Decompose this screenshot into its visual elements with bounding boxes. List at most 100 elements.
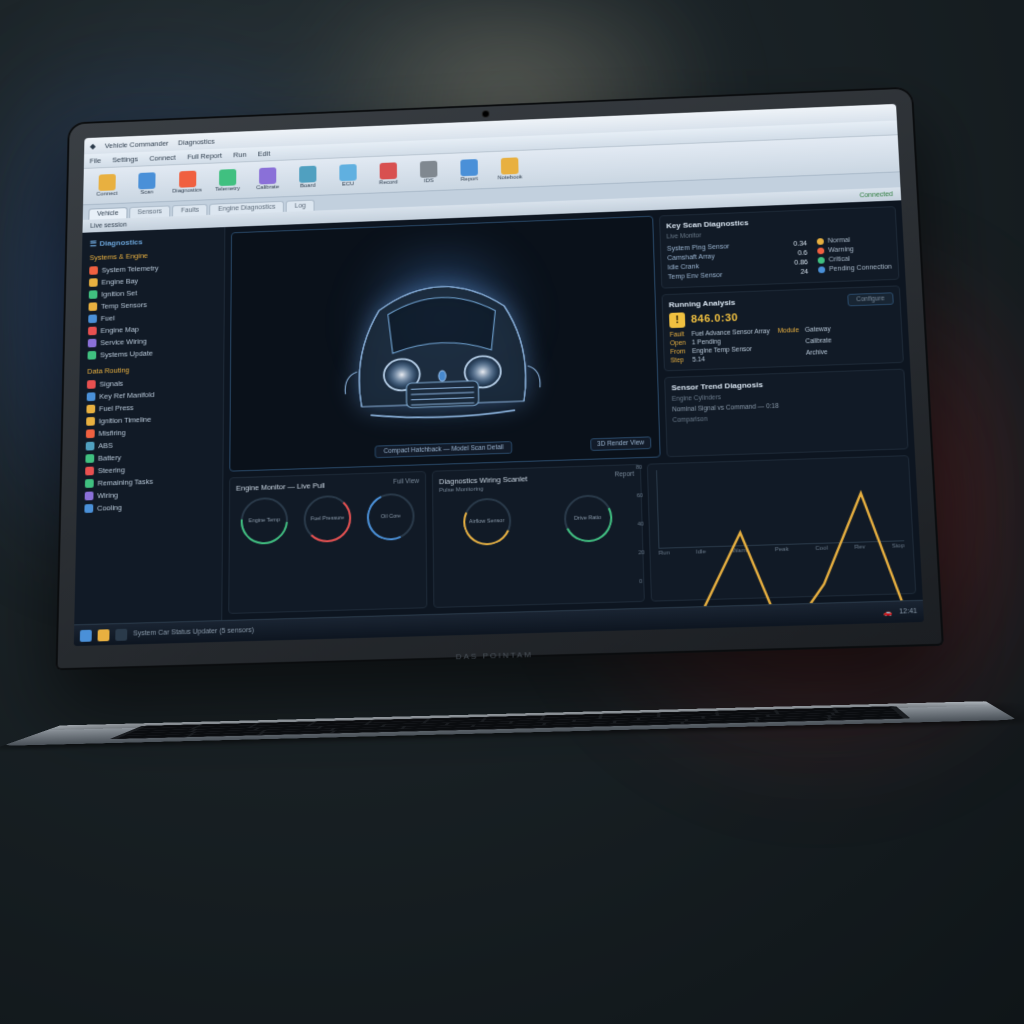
tool-ids[interactable]: IDS: [410, 158, 447, 186]
gauge-panel-2: Diagnostics Wiring Scanlet Pulse Monitor…: [432, 464, 645, 608]
tab-sensors[interactable]: Sensors: [129, 205, 171, 218]
menu-file[interactable]: File: [90, 156, 102, 165]
sidebar-item-label: Key Ref Manifold: [99, 390, 154, 400]
tool-scan[interactable]: Scan: [129, 170, 165, 198]
app-title: Vehicle Commander: [105, 139, 169, 150]
explorer-icon[interactable]: [98, 629, 110, 641]
kv-key: From: [670, 349, 686, 356]
bullet-icon: [84, 504, 93, 513]
tool-board[interactable]: Board: [290, 163, 326, 191]
start-icon[interactable]: [80, 629, 92, 641]
gauge-oil[interactable]: Oil Core: [367, 493, 415, 541]
tool-report[interactable]: Report: [451, 157, 488, 185]
bullet-icon: [88, 302, 97, 311]
gauge-label: Drive Ratio: [574, 515, 601, 522]
kv-value: Calibrate: [805, 338, 831, 349]
bullet-icon: [85, 491, 94, 500]
menu-full-report[interactable]: Full Report: [187, 151, 222, 161]
sidebar-item-label: Fuel: [101, 314, 115, 323]
bullet-icon: [88, 327, 97, 336]
gauge2-title: Diagnostics Wiring Scanlet: [439, 471, 634, 486]
gauge-airflow[interactable]: Airflow Sensor: [462, 497, 511, 545]
sidebar-item-label: Signals: [99, 379, 123, 388]
car-caption: Compact Hatchback — Model Scan Detail: [375, 441, 513, 458]
chart-y-tick: 0: [639, 579, 645, 585]
gauge1-title: Engine Monitor — Live Pull: [236, 478, 419, 493]
tool-calibrate[interactable]: Calibrate: [249, 165, 285, 193]
chart-x-label: Run: [659, 550, 670, 556]
tool-label: Scan: [140, 190, 153, 196]
report-icon: [460, 159, 478, 176]
tool-record[interactable]: Record: [370, 160, 407, 188]
menu-run[interactable]: Run: [233, 150, 246, 159]
sidebar-item-label: Misfiring: [98, 428, 125, 437]
configure-button[interactable]: Configure: [847, 292, 894, 306]
tool-ecu[interactable]: ECU: [330, 162, 367, 190]
ids-icon: [420, 161, 438, 178]
sidebar-item-label: Battery: [98, 453, 121, 462]
kv-key: [779, 350, 801, 360]
menu-settings[interactable]: Settings: [112, 155, 138, 164]
ecu-icon: [339, 164, 356, 181]
gauge-label: Airflow Sensor: [469, 518, 504, 525]
sidebar-item-label: Cooling: [97, 503, 122, 512]
bullet-icon: [88, 339, 97, 348]
tool-label: Notebook: [497, 175, 522, 182]
bullet-icon: [89, 278, 98, 287]
bottom-row: Engine Monitor — Live Pull Full View Eng…: [228, 455, 916, 614]
car-tray-icon[interactable]: 🚗: [884, 608, 893, 616]
tool-label: Diagnostics: [172, 188, 202, 195]
tool-notebook[interactable]: Notebook: [491, 155, 528, 183]
gauge-label: Engine Temp: [249, 517, 281, 524]
tool-label: Connect: [96, 191, 117, 197]
doc-title: Diagnostics: [178, 137, 215, 147]
chart-x-label: Idle: [696, 549, 706, 555]
tool-connect[interactable]: Connect: [89, 172, 125, 200]
sidebar-item-label: ABS: [98, 441, 113, 450]
car-view-label[interactable]: 3D Render View: [590, 436, 651, 451]
gauge-drive[interactable]: Drive Ratio: [563, 494, 612, 543]
kv-key: Module: [778, 327, 800, 337]
gauge2-report-button[interactable]: Report: [615, 471, 635, 478]
chart-panel: 806040200 RunIdleWarmPeakCoolRevStop: [647, 455, 916, 602]
status-text: System Car Status Updater (5 sensors): [133, 627, 254, 637]
clock: 12:41: [899, 608, 917, 616]
keyboard[interactable]: [109, 706, 910, 739]
sidebar-item-label: Ignition Timeline: [99, 415, 152, 425]
tool-label: ECU: [342, 182, 354, 188]
tab-log[interactable]: Log: [286, 200, 314, 212]
sidebar-item-label: Ignition Set: [101, 289, 137, 299]
diagnostics-icon: [179, 171, 196, 188]
bullet-icon: [89, 290, 98, 299]
gauge-fuel[interactable]: Fuel Pressure: [304, 495, 352, 543]
bullet-icon: [85, 479, 94, 488]
bar-chart[interactable]: [656, 462, 904, 548]
sidebar-item-label: Engine Bay: [101, 277, 138, 287]
menu-connect[interactable]: Connect: [149, 153, 176, 162]
kv-value: Archive: [806, 349, 832, 360]
tool-label: Record: [379, 180, 398, 186]
app-icon[interactable]: [115, 628, 127, 640]
connect-icon: [98, 174, 115, 191]
status-dot-icon: [817, 238, 824, 245]
sidebar-item-label: System Telemetry: [102, 264, 159, 275]
sidebar-item-label: Systems Update: [100, 349, 153, 359]
chart-x-label: Rev: [854, 544, 865, 550]
gauge1-view-button[interactable]: Full View: [393, 478, 419, 486]
bullet-icon: [87, 392, 96, 401]
tool-diagnostics[interactable]: Diagnostics: [169, 168, 206, 196]
menu-edit[interactable]: Edit: [258, 149, 270, 158]
tool-label: Telemetry: [215, 186, 240, 192]
bullet-icon: [85, 467, 94, 476]
kv-value: 5.14: [692, 354, 771, 363]
sidebar-item-label: Remaining Tasks: [98, 477, 154, 487]
apple-menu-icon[interactable]: ◆: [90, 142, 96, 150]
gauge-engine[interactable]: Engine Temp: [241, 497, 288, 545]
warning-icon: !: [669, 312, 685, 328]
connection-status: Connected: [859, 191, 893, 199]
tool-telemetry[interactable]: Telemetry: [209, 167, 245, 195]
vehicle-3d-panel[interactable]: Compact Hatchback — Model Scan Detail 3D…: [229, 216, 660, 472]
tool-label: IDS: [424, 178, 434, 184]
tab-faults[interactable]: Faults: [172, 204, 207, 216]
status-dot-icon: [817, 248, 824, 255]
